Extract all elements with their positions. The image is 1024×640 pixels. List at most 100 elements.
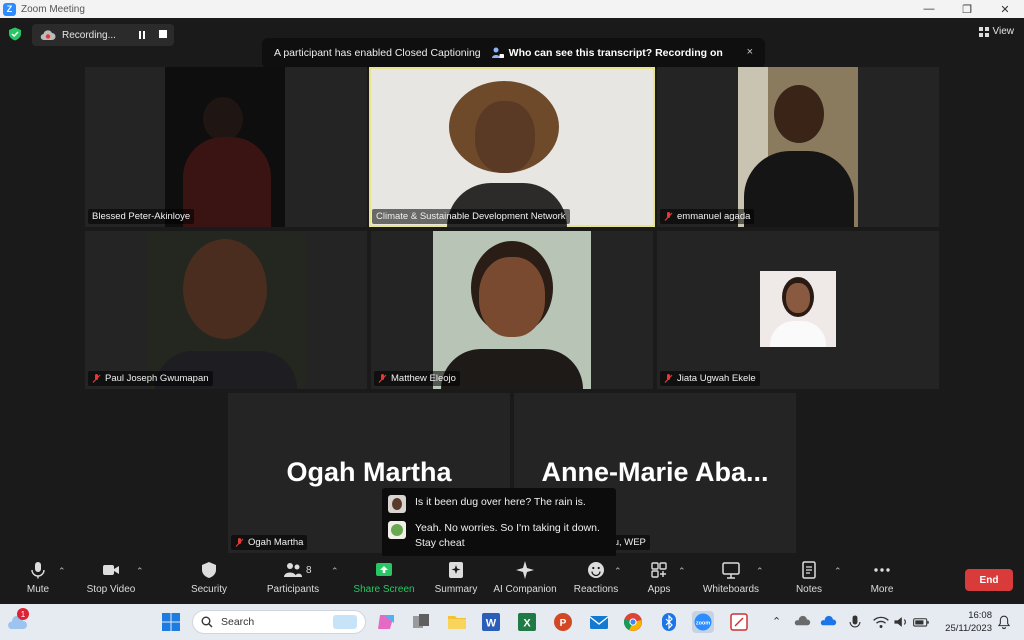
clock-date: 25/11/2023 xyxy=(945,623,992,634)
participant-name-tag: Paul Joseph Gwumapan xyxy=(88,371,213,386)
participant-avatar-image xyxy=(760,271,836,347)
summary-label: Summary xyxy=(434,584,478,595)
closed-caption-banner: A participant has enabled Closed Caption… xyxy=(262,38,765,68)
close-banner-button[interactable]: × xyxy=(747,46,753,58)
security-shield-icon[interactable] xyxy=(8,27,22,41)
minimize-button[interactable]: — xyxy=(910,0,948,18)
svg-text:zoom: zoom xyxy=(696,621,710,627)
video-tile[interactable]: Matthew Eleojo xyxy=(371,231,653,389)
window-title: Zoom Meeting xyxy=(21,3,85,15)
cloud-record-icon xyxy=(40,30,56,41)
participant-name-tag: Matthew Eleojo xyxy=(374,371,460,386)
video-tile[interactable]: Jiata Ugwah Ekele xyxy=(657,231,939,389)
zoom-app-icon[interactable]: zoom xyxy=(692,611,714,633)
share-screen-icon xyxy=(376,563,392,576)
notes-options-caret[interactable]: ⌃ xyxy=(834,566,842,577)
excel-icon[interactable]: X xyxy=(516,611,538,633)
copilot-icon[interactable] xyxy=(376,611,398,633)
bluetooth-icon[interactable] xyxy=(658,611,680,633)
svg-text:P: P xyxy=(560,618,567,629)
maximize-button[interactable]: ❐ xyxy=(948,0,986,18)
grid-view-icon xyxy=(978,26,989,37)
apps-button[interactable]: Apps xyxy=(621,560,697,600)
participant-display-name: Ogah Martha xyxy=(286,457,452,487)
transcript-visibility-text: Who can see this transcript? Recording o… xyxy=(508,47,723,59)
battery-icon[interactable] xyxy=(912,611,930,633)
participant-name-tag: Climate & Sustainable Development Networ… xyxy=(372,209,570,224)
participant-name: Paul Joseph Gwumapan xyxy=(105,373,209,384)
shield-icon xyxy=(202,562,216,578)
search-highlight-icon xyxy=(333,615,357,629)
meeting-toolbar: Mute ⌃ Stop Video ⌃ Security Participant… xyxy=(0,556,1024,604)
video-camera-icon xyxy=(103,565,119,575)
speaker-avatar xyxy=(388,521,406,539)
word-icon[interactable]: W xyxy=(480,611,502,633)
system-clock[interactable]: 16:08 25/11/2023 xyxy=(936,609,992,635)
whiteboards-label: Whiteboards xyxy=(702,584,760,595)
more-button[interactable]: More xyxy=(844,560,920,600)
taskbar-search[interactable]: Search xyxy=(192,610,366,634)
ai-companion-label: AI Companion xyxy=(493,584,557,595)
share-screen-button[interactable]: Share Screen xyxy=(346,560,422,600)
caption-text: Yeah. No worries. So I'm taking it down.… xyxy=(415,522,600,549)
mail-icon[interactable] xyxy=(588,611,610,633)
caption-line: Yeah. No worries. So I'm taking it down.… xyxy=(388,521,605,551)
show-hidden-icons[interactable]: ⌃ xyxy=(772,615,781,628)
participant-video xyxy=(165,67,285,227)
video-options-caret[interactable]: ⌃ xyxy=(136,566,144,577)
stop-video-label: Stop Video xyxy=(86,584,136,595)
video-tile[interactable]: Paul Joseph Gwumapan xyxy=(85,231,367,389)
onedrive-grey-icon[interactable] xyxy=(793,611,811,633)
transcript-visibility-link[interactable]: Who can see this transcript? Recording o… xyxy=(491,46,723,60)
cc-banner-text: A participant has enabled Closed Caption… xyxy=(274,47,481,59)
onedrive-icon[interactable] xyxy=(819,611,837,633)
security-button[interactable]: Security xyxy=(171,560,247,600)
participants-label: Participants xyxy=(266,584,320,595)
microphone-tray-icon[interactable] xyxy=(846,611,864,633)
volume-icon[interactable] xyxy=(892,611,910,633)
file-explorer-icon[interactable] xyxy=(446,611,468,633)
people-lock-icon xyxy=(491,47,504,58)
video-tile[interactable]: Blessed Peter-Akinloye xyxy=(85,67,367,227)
participants-button[interactable]: Participants xyxy=(255,560,331,600)
summary-icon xyxy=(449,562,463,578)
live-caption-box[interactable]: Is it been dug over here? The rain is. Y… xyxy=(382,488,616,558)
wifi-icon[interactable] xyxy=(872,611,890,633)
reactions-label: Reactions xyxy=(573,584,619,595)
more-dots-icon xyxy=(874,568,890,572)
clock-time: 16:08 xyxy=(968,610,992,621)
svg-text:X: X xyxy=(523,618,531,630)
close-window-button[interactable]: ✕ xyxy=(986,0,1024,18)
participant-name-tag: Blessed Peter-Akinloye xyxy=(88,209,195,224)
zoom-app: Z Zoom Meeting — ❐ ✕ Recording... A part… xyxy=(0,0,1024,640)
windows-start-icon[interactable] xyxy=(160,611,182,633)
security-label: Security xyxy=(190,584,228,595)
mute-options-caret[interactable]: ⌃ xyxy=(58,566,66,577)
summary-button[interactable]: Summary xyxy=(418,560,494,600)
participant-display-name: Anne-Marie Aba... xyxy=(541,457,769,487)
muted-mic-icon xyxy=(235,537,244,547)
apps-options-caret[interactable]: ⌃ xyxy=(678,566,686,577)
participant-name: Blessed Peter-Akinloye xyxy=(92,211,191,222)
chrome-icon[interactable] xyxy=(622,611,644,633)
windows-taskbar: 1 Search W X P zoom ⌃ 16:08 25/11/2023 xyxy=(0,604,1024,640)
end-meeting-button[interactable]: End xyxy=(965,569,1013,591)
muted-mic-icon xyxy=(664,211,673,221)
view-button[interactable]: View xyxy=(978,26,1014,37)
meeting-area: Recording... A participant has enabled C… xyxy=(0,18,1024,558)
notification-badge: 1 xyxy=(17,608,29,620)
participants-options-caret[interactable]: ⌃ xyxy=(331,566,339,577)
video-tile-active-speaker[interactable]: Climate & Sustainable Development Networ… xyxy=(369,67,655,227)
pause-recording-icon[interactable] xyxy=(137,30,147,40)
ai-companion-button[interactable]: AI Companion xyxy=(487,560,563,600)
task-view-icon[interactable] xyxy=(410,611,432,633)
participant-count: 8 xyxy=(306,565,312,576)
powerpoint-icon[interactable]: P xyxy=(552,611,574,633)
whiteboards-options-caret[interactable]: ⌃ xyxy=(756,566,764,577)
video-tile[interactable]: emmanuel agada xyxy=(657,67,939,227)
notifications-bell-icon[interactable] xyxy=(996,611,1012,633)
snipping-tool-icon[interactable] xyxy=(728,611,750,633)
stop-recording-icon[interactable] xyxy=(159,30,167,38)
title-bar: Z Zoom Meeting — ❐ ✕ xyxy=(0,0,1024,18)
muted-mic-icon xyxy=(92,373,101,383)
